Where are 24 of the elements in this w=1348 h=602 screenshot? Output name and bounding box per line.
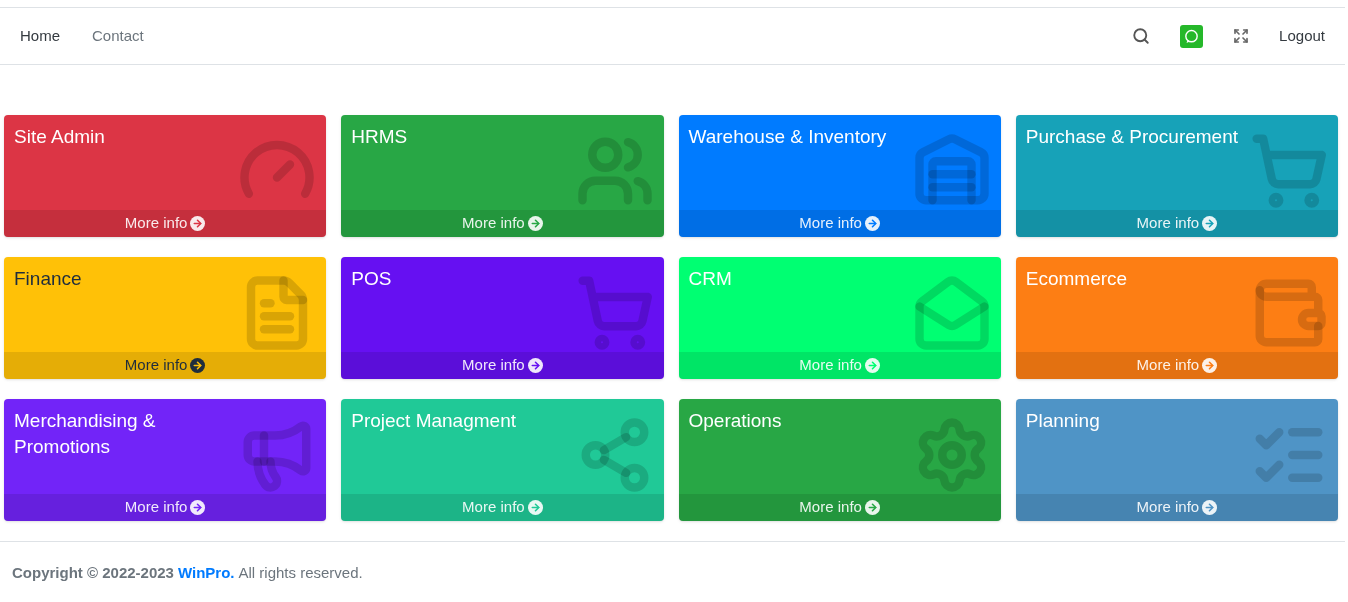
nav-link[interactable]: Contact: [84, 24, 152, 48]
card-title: HRMS: [351, 125, 408, 149]
search-icon[interactable]: [1132, 27, 1151, 45]
company-link[interactable]: WinPro.: [177, 562, 235, 585]
cart-icon: [575, 274, 654, 352]
card-title: Operations: [688, 409, 782, 433]
card-title: Purchase & Procurement: [1025, 125, 1238, 149]
cart-icon: [1250, 132, 1328, 210]
card-title: CRM: [688, 267, 732, 291]
card-title: Site Admin: [14, 125, 105, 149]
card-title: Merchandising & Promotions: [14, 409, 157, 459]
card-title: Finance: [14, 267, 82, 291]
card-title: POS: [351, 267, 392, 291]
logout-link[interactable]: Logout: [1279, 24, 1325, 48]
envelope-icon: [912, 274, 991, 352]
rights-text: All rights reserved.: [238, 563, 363, 583]
card-title: Project Managment: [351, 409, 516, 433]
nav-link[interactable]: Home: [12, 24, 68, 48]
card-title: Planning: [1025, 409, 1100, 433]
copyright-text: Copyright © 2022-2023: [12, 563, 174, 583]
card-title: Ecommerce: [1025, 267, 1128, 291]
chat-icon[interactable]: [1180, 24, 1204, 48]
card-title: Warehouse & Inventory: [688, 125, 887, 149]
fullscreen-icon[interactable]: [1233, 28, 1250, 44]
